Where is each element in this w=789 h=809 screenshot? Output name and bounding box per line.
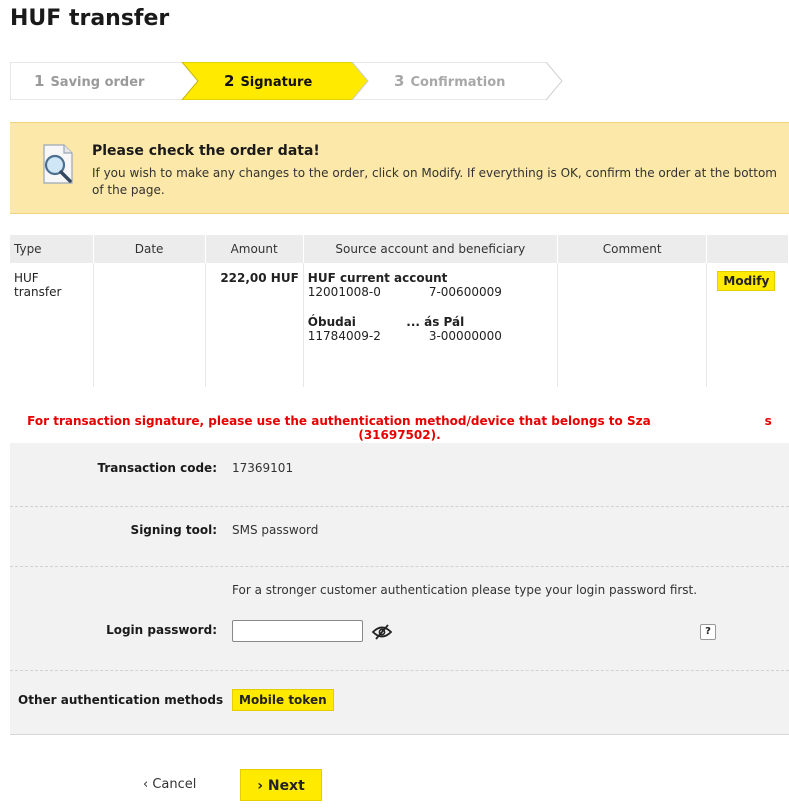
page-title: HUF transfer — [10, 6, 170, 31]
transaction-code-row: Transaction code: 17369101 — [10, 443, 789, 507]
cell-comment — [557, 263, 708, 387]
beneficiary-account-number: 11784009-2 3-00000000 — [307, 329, 502, 343]
col-comment: Comment — [557, 235, 708, 263]
signature-form: Transaction code: 17369101 Signing tool:… — [10, 443, 789, 735]
signing-tool-value: SMS password — [232, 523, 319, 537]
signing-tool-label: Signing tool: — [130, 523, 217, 537]
password-hint: For a stronger customer authentication p… — [232, 583, 698, 597]
signing-tool-row: Signing tool: SMS password — [10, 507, 789, 567]
signature-warning: For transaction signature, please use th… — [27, 414, 772, 442]
step-number: 2 — [224, 72, 235, 90]
step-label: Signature — [240, 75, 313, 90]
col-date: Date — [93, 235, 206, 263]
next-button[interactable]: › Next — [240, 769, 322, 801]
notice-text: If you wish to make any changes to the o… — [92, 166, 777, 197]
step-confirmation: 3 Confirmation — [394, 72, 505, 90]
modify-button[interactable]: Modify — [717, 271, 776, 291]
step-number: 3 — [394, 72, 405, 90]
show-password-eye-icon[interactable] — [371, 624, 393, 640]
table-row: HUF transfer 222,00 HUF HUF current acco… — [10, 263, 789, 387]
other-methods-label: Other authentication methods — [18, 693, 224, 707]
beneficiary-name: Óbudai ... ás Pál — [307, 315, 465, 329]
notice-title: Please check the order data! — [92, 143, 320, 159]
cell-actions: Modify — [707, 263, 789, 387]
cell-type: HUF transfer — [10, 263, 94, 387]
source-account-name: HUF current account — [307, 271, 448, 285]
login-password-input[interactable] — [232, 620, 363, 642]
order-table: Type Date Amount Source account and bene… — [10, 235, 789, 387]
step-saving-order: 1 Saving order — [34, 72, 144, 90]
table-header-row: Type Date Amount Source account and bene… — [10, 235, 789, 263]
check-order-notice: Please check the order data! If you wish… — [10, 122, 789, 214]
cell-date — [93, 263, 206, 387]
help-button[interactable]: ? — [700, 624, 716, 640]
cancel-link[interactable]: ‹ Cancel — [143, 777, 196, 792]
wizard-steps: 1 Saving order 2 Signature 3 Confirmation — [10, 62, 570, 100]
cell-amount: 222,00 HUF — [205, 263, 304, 387]
transaction-code-label: Transaction code: — [97, 461, 217, 475]
col-source-beneficiary: Source account and beneficiary — [303, 235, 558, 263]
other-methods-row: Other authentication methods Mobile toke… — [10, 671, 789, 735]
step-label: Saving order — [50, 75, 145, 90]
col-actions — [706, 235, 789, 263]
step-signature: 2 Signature — [224, 72, 312, 90]
source-account-number: 12001008-0 7-00600009 — [307, 285, 502, 299]
step-label: Confirmation — [410, 75, 506, 90]
cell-source-beneficiary: HUF current account 12001008-0 7-0060000… — [303, 263, 558, 387]
col-type: Type — [10, 235, 94, 263]
magnifier-document-icon — [43, 144, 73, 184]
mobile-token-button[interactable]: Mobile token — [232, 689, 334, 711]
step-number: 1 — [34, 72, 45, 90]
login-password-label: Login password: — [106, 623, 217, 637]
login-password-row: For a stronger customer authentication p… — [10, 567, 789, 671]
transaction-code-value: 17369101 — [232, 461, 294, 475]
col-amount: Amount — [205, 235, 304, 263]
